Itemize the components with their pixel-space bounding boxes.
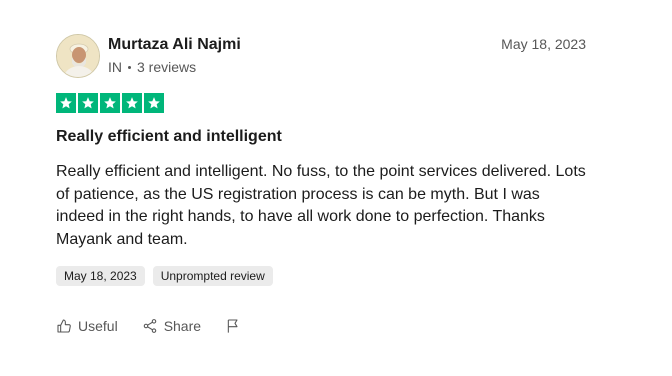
review-actions: Useful Share [56, 316, 241, 336]
consumer-country: IN [108, 59, 122, 75]
tag-unprompted[interactable]: Unprompted review [152, 266, 273, 286]
useful-label: Useful [78, 318, 118, 334]
review-date: May 18, 2023 [501, 36, 586, 52]
star-icon [144, 93, 164, 113]
review-body: Really efficient and intelligent. No fus… [56, 163, 586, 248]
star-rating [56, 93, 164, 113]
review-header: Murtaza Ali Najmi IN 3 reviews May 18, 2… [56, 34, 586, 80]
report-button[interactable] [225, 318, 241, 334]
consumer-name[interactable]: Murtaza Ali Najmi [108, 35, 241, 55]
consumer-meta: IN 3 reviews [108, 58, 241, 76]
star-icon [100, 93, 120, 113]
star-icon [78, 93, 98, 113]
review-tags: May 18, 2023 Unprompted review [56, 266, 273, 286]
consumer-info: Murtaza Ali Najmi IN 3 reviews [108, 35, 241, 76]
avatar-image [57, 35, 99, 77]
flag-icon [227, 319, 238, 333]
share-button[interactable]: Share [142, 316, 201, 336]
avatar[interactable] [56, 34, 100, 78]
thumbs-up-icon [57, 319, 71, 333]
tag-date: May 18, 2023 [56, 266, 145, 286]
consumer-review-count: 3 reviews [137, 59, 197, 75]
star-icon [56, 93, 76, 113]
share-icon [143, 319, 156, 333]
useful-button[interactable]: Useful [56, 316, 118, 336]
review-card: Murtaza Ali Najmi IN 3 reviews May 18, 2… [0, 0, 672, 376]
review-title[interactable]: Really efficient and intelligent [56, 127, 282, 147]
star-icon [122, 93, 142, 113]
share-label: Share [163, 318, 202, 334]
separator-dot [128, 65, 131, 69]
